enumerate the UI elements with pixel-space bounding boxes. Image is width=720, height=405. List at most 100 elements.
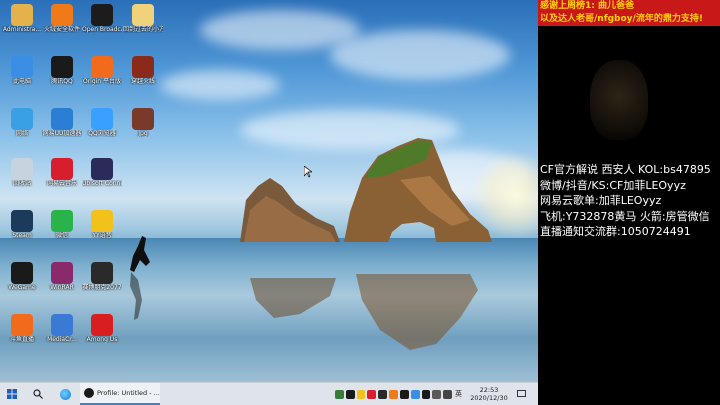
stream-info: CF官方解说 西安人 KOL:bs47895 微博/抖音/KS:CF加菲LEOy… (540, 162, 711, 240)
edge-icon (59, 388, 71, 400)
desktop-icon[interactable]: 微信 (42, 210, 82, 239)
tray-app-icon[interactable] (367, 389, 377, 399)
desktop-icon[interactable]: Open Broadcast... (82, 4, 122, 33)
desktop-icon[interactable]: jpg (123, 108, 163, 137)
desktop-icon[interactable]: 火绒安全软件 (42, 4, 82, 33)
desktop-icon-label: 网络 (15, 130, 28, 137)
tray-app-icon[interactable] (421, 389, 431, 399)
system-tray[interactable]: 英 (334, 383, 462, 405)
desktop-icon-label: Origin 平台版 (82, 78, 122, 85)
clock[interactable]: 22:53 2020/12/30 (466, 383, 512, 405)
streamer-webcam (590, 60, 648, 140)
desktop-icon[interactable]: WinRAR (42, 262, 82, 291)
desktop-icon-label: Steam (12, 232, 32, 239)
app-icon (132, 4, 154, 26)
desktop-icon[interactable]: Administra... (2, 4, 42, 33)
start-button[interactable] (4, 383, 20, 405)
notification-icon (516, 390, 526, 397)
desktop-icon-label: 微信 (55, 232, 68, 239)
tray-app-icon[interactable] (335, 389, 344, 399)
tray-app-icon[interactable] (389, 389, 398, 399)
desktop-icon[interactable]: 斗鱼直播 (2, 314, 42, 343)
desktop-icon[interactable]: YY语音 (82, 210, 122, 239)
edge-browser-button[interactable] (56, 383, 74, 405)
desktop-icon[interactable]: 网络 (2, 108, 42, 137)
desktop-icon-label: Open Broadcast... (82, 26, 122, 33)
desktop-icon-label: Ubisoft Connect (82, 180, 122, 187)
desktop-icon-label: 回到过去的小方法 12.21 (123, 26, 163, 33)
desktop-icon-label: 回收站 (12, 180, 31, 187)
app-icon (11, 210, 33, 232)
desktop-icon-label: 穿越火线 (130, 78, 155, 85)
tray-app-icon[interactable] (378, 389, 388, 399)
info-line: CF官方解说 西安人 KOL:bs47895 (540, 163, 711, 176)
desktop-icon[interactable]: 回收站 (2, 158, 42, 187)
info-line: 网易云歌单:加菲LEOyyz (540, 194, 662, 207)
desktop-icon[interactable]: Ubisoft Connect (82, 158, 122, 187)
mouse-cursor-icon (304, 166, 312, 178)
desktop-icon[interactable]: QQ浏览器 (82, 108, 122, 137)
app-icon (91, 108, 113, 130)
app-icon (11, 56, 33, 78)
app-icon (51, 210, 73, 232)
clock-date: 2020/12/30 (470, 394, 508, 402)
desktop-icon-label: MediaCr... (47, 336, 77, 343)
tray-app-icon[interactable] (410, 389, 420, 399)
taskbar: Profile: Untitled - ... 英 22:53 2020/12/… (0, 382, 538, 405)
desktop-wallpaper[interactable]: Administra...火绒安全软件Open Broadcast...回到过去… (0, 0, 538, 382)
banner-line-1: 感谢上周榜1: 曲儿爸爸 (540, 1, 634, 11)
search-icon (33, 389, 43, 399)
desktop-icon[interactable]: 腾讯QQ (42, 56, 82, 85)
info-line: 直播通知交流群:1050724491 (540, 225, 691, 238)
app-icon (132, 56, 154, 78)
app-icon (11, 262, 33, 284)
desktop-icon-label: 赛博朋克2077 (82, 284, 122, 291)
stream-banner: 感谢上周榜1: 曲儿爸爸 以及达人老哥/nfgboy/流年的鼎力支持! (538, 0, 720, 26)
volume-icon[interactable] (443, 389, 452, 399)
desktop-icon-label: WinRAR (50, 284, 74, 291)
info-line: 飞机:Y732878黄马 火箭:房管微信 (540, 209, 710, 223)
tray-app-icon[interactable] (356, 389, 366, 399)
desktop-icon-label: WeGame (8, 284, 36, 291)
desktop-icon[interactable]: MediaCr... (42, 314, 82, 343)
tray-app-icon[interactable] (345, 389, 355, 399)
desktop-icon-label: Administra... (2, 26, 42, 33)
app-icon (11, 314, 33, 336)
app-icon (51, 56, 73, 78)
search-button[interactable] (30, 383, 46, 405)
app-icon (91, 4, 113, 26)
desktop-icon[interactable]: 此电脑 (2, 56, 42, 85)
clock-time: 22:53 (479, 386, 499, 394)
desktop-icon[interactable]: Among Us (82, 314, 122, 343)
info-line: 微博/抖音/KS:CF加菲LEOyyz (540, 178, 686, 192)
ime-indicator[interactable]: 英 (455, 389, 462, 399)
desktop-icon[interactable]: 网易云音乐 (42, 158, 82, 187)
desktop-icon[interactable]: 网易UU加速器 (42, 108, 82, 137)
desktop-icon-label: jpg (138, 130, 148, 137)
app-icon (11, 108, 33, 130)
desktop-icon-label: 斗鱼直播 (9, 336, 34, 343)
desktop-icon-label: QQ浏览器 (88, 130, 116, 137)
desktop-icon-label: 网易云音乐 (46, 180, 77, 187)
app-icon (91, 210, 113, 232)
desktop-icon[interactable]: 回到过去的小方法 12.21 (123, 4, 163, 33)
taskbar-app-obs[interactable]: Profile: Untitled - ... (80, 383, 160, 405)
desktop-icon[interactable]: 赛博朋克2077 (82, 262, 122, 291)
tray-app-icon[interactable] (399, 389, 409, 399)
desktop-icon[interactable]: 穿越火线 (123, 56, 163, 85)
windows-logo-icon (7, 389, 17, 399)
obs-icon (84, 388, 94, 398)
app-icon (91, 262, 113, 284)
desktop-icon[interactable]: Origin 平台版 (82, 56, 122, 85)
desktop-icon[interactable]: WeGame (2, 262, 42, 291)
app-icon (51, 314, 73, 336)
app-icon (51, 4, 73, 26)
desktop-icon[interactable]: Steam (2, 210, 42, 239)
tray-app-icon[interactable] (432, 389, 442, 399)
desktop-icon-label: 网易UU加速器 (42, 130, 82, 137)
taskbar-app-label: Profile: Untitled - ... (97, 389, 160, 397)
app-icon (91, 158, 113, 180)
app-icon (132, 108, 154, 130)
desktop-icon-label: 腾讯QQ (51, 78, 73, 85)
action-center-button[interactable] (514, 383, 528, 405)
